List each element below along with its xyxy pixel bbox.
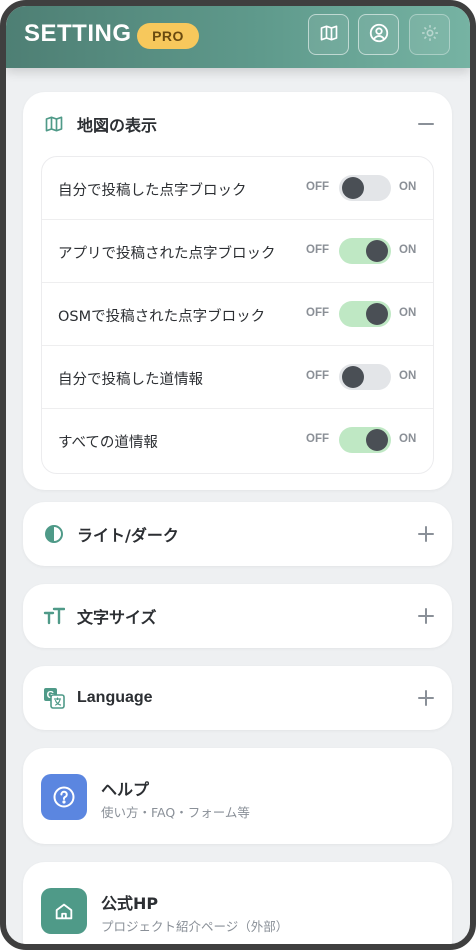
link-subtitle: プロジェクト紹介ページ（外部） <box>101 919 289 934</box>
toggle-row: OSMで投稿された点字ブロック OFF ON <box>42 283 433 346</box>
toggle-label: アプリで投稿された点字ブロック <box>58 246 276 262</box>
expand-button[interactable] <box>412 602 440 630</box>
expand-button[interactable] <box>412 684 440 712</box>
toggle-knob <box>342 366 364 388</box>
app-header: SETTING PRO <box>6 6 470 68</box>
off-label: OFF <box>306 181 329 193</box>
app-braille-blocks-toggle[interactable] <box>339 238 391 264</box>
toggle-label: OSMで投稿された点字ブロック <box>58 309 266 325</box>
toggle-label: すべての道情報 <box>58 435 158 451</box>
on-label: ON <box>399 370 417 382</box>
section-title: Language <box>77 689 153 706</box>
toggle-knob <box>366 429 388 451</box>
map-display-section: 地図の表示 自分で投稿した点字ブロック OFF ON アプリで投稿された点字ブロ… <box>23 92 452 490</box>
toggle-row: すべての道情報 OFF ON <box>42 409 433 472</box>
user-icon <box>368 22 390 48</box>
link-title: ヘルプ <box>101 780 150 799</box>
collapse-button[interactable] <box>412 110 440 138</box>
toggle-knob <box>342 177 364 199</box>
text-size-icon <box>43 605 65 627</box>
link-title: 公式HP <box>101 894 159 913</box>
section-title: 地図の表示 <box>77 116 158 135</box>
app-screen: SETTING PRO 地図の表示 自分で投稿した点字ブロック OFF ON ア… <box>0 0 476 950</box>
toggle-row: 自分で投稿した道情報 OFF ON <box>42 346 433 409</box>
light-dark-section[interactable]: ライト/ダーク <box>23 502 452 566</box>
map-icon <box>319 23 339 47</box>
page-title: SETTING <box>24 20 132 47</box>
home-icon <box>41 888 87 934</box>
settings-button[interactable] <box>409 14 450 55</box>
my-braille-blocks-toggle[interactable] <box>339 175 391 201</box>
off-label: OFF <box>306 307 329 319</box>
help-link[interactable]: ヘルプ 使い方・FAQ・フォーム等 <box>23 748 452 844</box>
off-label: OFF <box>306 244 329 256</box>
gear-icon <box>420 23 440 47</box>
toggle-row: 自分で投稿した点字ブロック OFF ON <box>42 157 433 220</box>
toggle-knob <box>366 303 388 325</box>
map-toggle-list: 自分で投稿した点字ブロック OFF ON アプリで投稿された点字ブロック OFF… <box>41 156 434 474</box>
expand-button[interactable] <box>412 520 440 548</box>
toggle-label: 自分で投稿した点字ブロック <box>58 183 247 199</box>
off-label: OFF <box>306 370 329 382</box>
on-label: ON <box>399 307 417 319</box>
translate-icon: G <box>43 687 65 709</box>
osm-braille-blocks-toggle[interactable] <box>339 301 391 327</box>
toggle-row: アプリで投稿された点字ブロック OFF ON <box>42 220 433 283</box>
text-size-section[interactable]: 文字サイズ <box>23 584 452 648</box>
contrast-icon <box>43 523 65 545</box>
map-display-header[interactable]: 地図の表示 <box>23 92 452 156</box>
map-button[interactable] <box>308 14 349 55</box>
my-road-info-toggle[interactable] <box>339 364 391 390</box>
toggle-knob <box>366 240 388 262</box>
toggle-label: 自分で投稿した道情報 <box>58 372 203 388</box>
section-title: ライト/ダーク <box>77 526 179 545</box>
section-title: 文字サイズ <box>77 608 157 627</box>
on-label: ON <box>399 181 417 193</box>
account-button[interactable] <box>358 14 399 55</box>
link-subtitle: 使い方・FAQ・フォーム等 <box>101 805 250 820</box>
official-site-link[interactable]: 公式HP プロジェクト紹介ページ（外部） <box>23 862 452 944</box>
language-section[interactable]: G Language <box>23 666 452 730</box>
off-label: OFF <box>306 433 329 445</box>
all-road-info-toggle[interactable] <box>339 427 391 453</box>
map-icon <box>43 113 65 135</box>
on-label: ON <box>399 433 417 445</box>
pro-badge: PRO <box>137 23 199 49</box>
on-label: ON <box>399 244 417 256</box>
help-icon <box>41 774 87 820</box>
